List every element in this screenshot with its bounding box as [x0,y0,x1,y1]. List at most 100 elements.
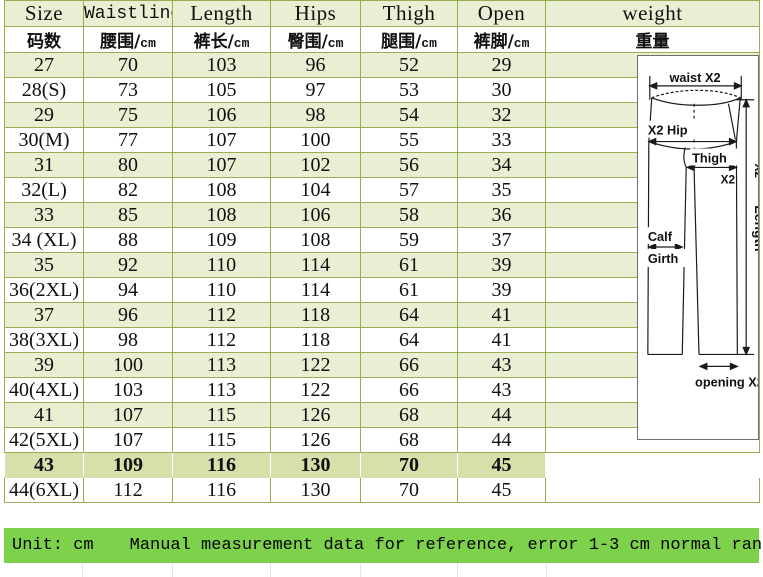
header-row-cn: 码数 腰围/cm 裤长/cm 臀围/cm 腿围/cm 裤脚/cm 重量 [4,26,760,53]
cell-thigh: 68 [360,402,458,428]
cell-open: 37 [457,227,546,253]
cell-size: 32(L) [4,177,84,203]
cell-waistline: 75 [83,102,173,128]
cell-thigh: 58 [360,202,458,228]
cell-size: 35 [4,252,84,278]
cell-hips: 104 [270,177,361,203]
cell-length: 105 [172,77,271,103]
cell-open: 44 [457,402,546,428]
diagram-label-calf: Calf [648,229,673,244]
cell-waistline: 73 [83,77,173,103]
cell-length: 115 [172,427,271,453]
header-cell-cn-waistline: 腰围/cm [83,26,173,53]
cell-size: 33 [4,202,84,228]
cell-thigh: 55 [360,127,458,153]
cell-size: 40(4XL) [4,377,84,403]
cell-hips: 97 [270,77,361,103]
cell-length: 107 [172,152,271,178]
cell-thigh: 64 [360,302,458,328]
cell-hips: 126 [270,427,361,453]
diagram-label-opening: opening X2 [695,374,758,389]
cell-length: 112 [172,327,271,353]
cell-open: 41 [457,302,546,328]
footer-note-band: Unit: cm Manual measurement data for ref… [4,528,763,563]
table-row: 44(6XL) 112 116 130 70 45 [4,477,760,503]
header-cell-en-size: Size [4,0,84,27]
cell-waistline: 82 [83,177,173,203]
cell-open: 32 [457,102,546,128]
cell-hips: 130 [270,452,361,478]
cell-open: 39 [457,252,546,278]
cell-hips: 118 [270,327,361,353]
cell-open: 45 [457,452,546,478]
header-cell-en-open: Open [457,0,546,27]
cell-length: 108 [172,202,271,228]
cell-hips: 96 [270,52,361,78]
header-cell-cn-length: 裤长/cm [172,26,271,53]
cell-thigh: 53 [360,77,458,103]
cell-waistline: 92 [83,252,173,278]
header-cell-cn-size: 码数 [4,26,84,53]
footer-unit-label: Unit: cm [12,536,94,555]
cell-hips: 106 [270,202,361,228]
cell-thigh: 70 [360,452,458,478]
cell-hips: 118 [270,302,361,328]
cell-hips: 108 [270,227,361,253]
cell-length: 109 [172,227,271,253]
cell-waistline: 107 [83,427,173,453]
cell-hips: 102 [270,152,361,178]
cell-size: 34 (XL) [4,227,84,253]
table-row: 43 109 116 130 70 45 [4,452,760,478]
cell-size: 30(M) [4,127,84,153]
footer-note-text: Manual measurement data for reference, e… [129,536,763,555]
cell-open: 30 [457,77,546,103]
cell-waistline: 107 [83,402,173,428]
cell-size: 44(6XL) [4,477,84,503]
cell-size: 39 [4,352,84,378]
cell-size: 41 [4,402,84,428]
cell-waistline: 94 [83,277,173,303]
cell-size: 37 [4,302,84,328]
cell-open: 43 [457,377,546,403]
cell-length: 113 [172,377,271,403]
header-row-en: Size Waistline Length Hips Thigh Open weight [4,0,760,27]
cell-thigh: 66 [360,377,458,403]
cell-size: 38(3XL) [4,327,84,353]
cell-waistline: 100 [83,352,173,378]
cell-thigh: 61 [360,277,458,303]
cell-size: 28(S) [4,77,84,103]
cell-length: 110 [172,252,271,278]
cell-size: 43 [4,452,84,478]
cell-length: 107 [172,127,271,153]
cell-thigh: 59 [360,227,458,253]
diagram-label-waist: waist X2 [668,70,720,85]
cell-open: 35 [457,177,546,203]
cell-size: 29 [4,102,84,128]
cell-hips: 98 [270,102,361,128]
header-cell-cn-open: 裤脚/cm [457,26,546,53]
cell-thigh: 68 [360,427,458,453]
header-cell-en-waistline: Waistline [83,0,173,27]
header-cell-en-thigh: Thigh [360,0,458,27]
diagram-label-thigh-x2: X2 [721,172,736,186]
cell-length: 116 [172,477,271,503]
cell-waistline: 77 [83,127,173,153]
diagram-label-length-x2: X2 [752,163,758,178]
cell-size: 42(5XL) [4,427,84,453]
cell-hips: 122 [270,352,361,378]
cell-thigh: 52 [360,52,458,78]
diagram-label-length: Length [752,205,758,251]
header-cell-cn-thigh: 腿围/cm [360,26,458,53]
cell-waistline: 88 [83,227,173,253]
header-cell-en-hips: Hips [270,0,361,27]
diagram-label-girth: Girth [648,251,679,266]
cell-size: 27 [4,52,84,78]
cell-waistline: 112 [83,477,173,503]
cell-length: 112 [172,302,271,328]
cell-waistline: 96 [83,302,173,328]
cell-open: 45 [457,477,546,503]
cell-hips: 126 [270,402,361,428]
cell-thigh: 64 [360,327,458,353]
cell-weight [545,452,760,478]
cell-open: 36 [457,202,546,228]
